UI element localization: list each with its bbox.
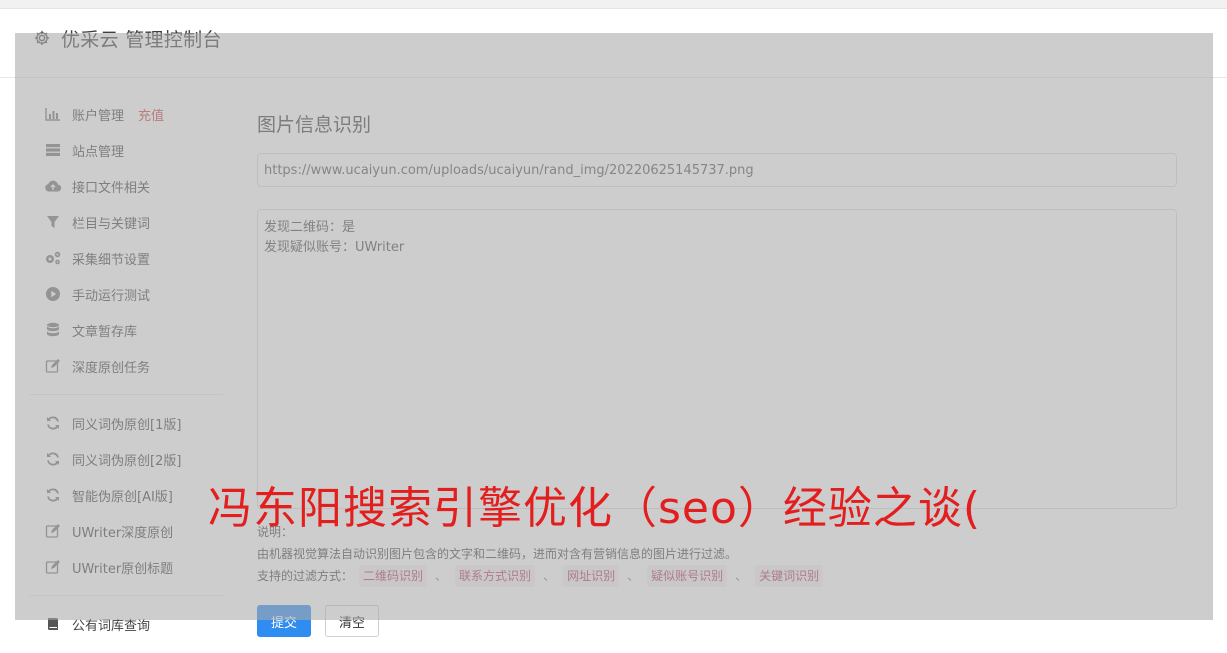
sidebar-item-label: 文章暂存库	[72, 324, 138, 340]
sidebar-item-label: 同义词伪原创[1版]	[72, 417, 182, 433]
sidebar-item-label: 账户管理	[72, 108, 125, 124]
form-actions: 提交 清空	[257, 605, 1177, 637]
refresh-icon	[44, 486, 62, 504]
sidebar-item-ai-rewrite[interactable]: 智能伪原创[AI版]	[30, 477, 223, 513]
filter-tag-keyword: 关键词识别	[755, 565, 824, 587]
sidebar-item-label: 手动运行测试	[72, 288, 151, 304]
main-content: 图片信息识别 https://www.ucaiyun.com/uploads/u…	[257, 98, 1177, 637]
page: 优采云 管理控制台 账户管理 充值 站点管理 接口文件相关 栏目与关键词 采集细…	[0, 0, 1227, 653]
clear-button[interactable]: 清空	[325, 605, 379, 637]
edit-icon	[44, 357, 62, 375]
play-circle-icon	[44, 285, 62, 303]
database-icon	[44, 321, 62, 339]
sidebar-item-label: UWriter深度原创	[72, 525, 174, 541]
image-url-input[interactable]: https://www.ucaiyun.com/uploads/ucaiyun/…	[257, 153, 1177, 187]
refresh-icon	[44, 450, 62, 468]
refresh-icon	[44, 414, 62, 432]
edit-icon	[44, 558, 62, 576]
image-url-value: https://www.ucaiyun.com/uploads/ucaiyun/…	[264, 162, 754, 178]
header-divider	[0, 77, 1227, 78]
bar-chart-icon	[44, 105, 62, 123]
sidebar-item-label: 接口文件相关	[72, 180, 151, 196]
page-title: 优采云 管理控制台	[61, 28, 222, 51]
server-icon	[44, 141, 62, 159]
sidebar-item-deep-original-task[interactable]: 深度原创任务	[30, 348, 223, 384]
sidebar-item-label: 栏目与关键词	[72, 216, 151, 232]
filter-tag-qrcode: 二维码识别	[359, 565, 428, 587]
sidebar-divider	[30, 394, 223, 395]
sidebar-item-public-lexicon[interactable]: 公有词库查询	[30, 606, 223, 642]
sidebar-divider	[30, 595, 223, 596]
sidebar-item-label: 深度原创任务	[72, 360, 151, 376]
filter-icon	[44, 213, 62, 231]
sidebar-item-label: 同义词伪原创[2版]	[72, 453, 182, 469]
sidebar-item-uwriter-title[interactable]: UWriter原创标题	[30, 549, 223, 585]
result-line: 发现疑似账号：UWriter	[264, 240, 405, 255]
sidebar-item-account[interactable]: 账户管理 充值	[30, 96, 223, 132]
edit-icon	[44, 522, 62, 540]
sidebar-item-synonym-v1[interactable]: 同义词伪原创[1版]	[30, 405, 223, 441]
sidebar: 账户管理 充值 站点管理 接口文件相关 栏目与关键词 采集细节设置 手动运行测试…	[30, 96, 223, 642]
result-textarea[interactable]: 发现二维码：是 发现疑似账号：UWriter	[257, 209, 1177, 509]
sidebar-item-label: 采集细节设置	[72, 252, 151, 268]
section-title: 图片信息识别	[257, 114, 372, 136]
sidebar-item-synonym-v2[interactable]: 同义词伪原创[2版]	[30, 441, 223, 477]
sidebar-item-collect-settings[interactable]: 采集细节设置	[30, 240, 223, 276]
watermark-text: 冯东阳搜索引擎优化（seo）经验之谈(	[208, 483, 982, 534]
sidebar-item-interface-files[interactable]: 接口文件相关	[30, 168, 223, 204]
sidebar-item-label: 公有词库查询	[72, 618, 151, 634]
submit-button[interactable]: 提交	[257, 605, 311, 637]
sidebar-item-article-storage[interactable]: 文章暂存库	[30, 312, 223, 348]
filter-methods: 支持的过滤方式： 二维码识别 、 联系方式识别 、 网址识别 、 疑似账号识别 …	[257, 565, 1177, 587]
separator: 、	[435, 569, 448, 583]
sidebar-item-label: UWriter原创标题	[72, 561, 174, 577]
description-text: 由机器视觉算法自动识别图片包含的文字和二维码，进而对含有营销信息的图片进行过滤。	[257, 547, 738, 561]
sidebar-item-columns-keywords[interactable]: 栏目与关键词	[30, 204, 223, 240]
gear-icon[interactable]	[33, 29, 51, 47]
cogs-icon	[44, 249, 62, 267]
book-icon	[44, 615, 62, 633]
sidebar-item-label: 智能伪原创[AI版]	[72, 489, 173, 505]
filter-tag-contact: 联系方式识别	[455, 565, 536, 587]
sidebar-item-manual-test[interactable]: 手动运行测试	[30, 276, 223, 312]
separator: 、	[543, 569, 556, 583]
sidebar-item-uwriter-deep[interactable]: UWriter深度原创	[30, 513, 223, 549]
sidebar-item-label: 站点管理	[72, 144, 125, 160]
header: 优采云 管理控制台	[15, 20, 1217, 56]
separator: 、	[735, 569, 748, 583]
separator: 、	[627, 569, 640, 583]
result-line: 发现二维码：是	[264, 220, 356, 235]
filter-tag-suspected-account: 疑似账号识别	[647, 565, 728, 587]
filter-tag-url: 网址识别	[563, 565, 620, 587]
top-bar	[0, 0, 1227, 9]
recharge-link[interactable]: 充值	[138, 105, 164, 124]
cloud-upload-icon	[44, 177, 62, 195]
filter-label: 支持的过滤方式：	[257, 569, 354, 583]
sidebar-item-sites[interactable]: 站点管理	[30, 132, 223, 168]
